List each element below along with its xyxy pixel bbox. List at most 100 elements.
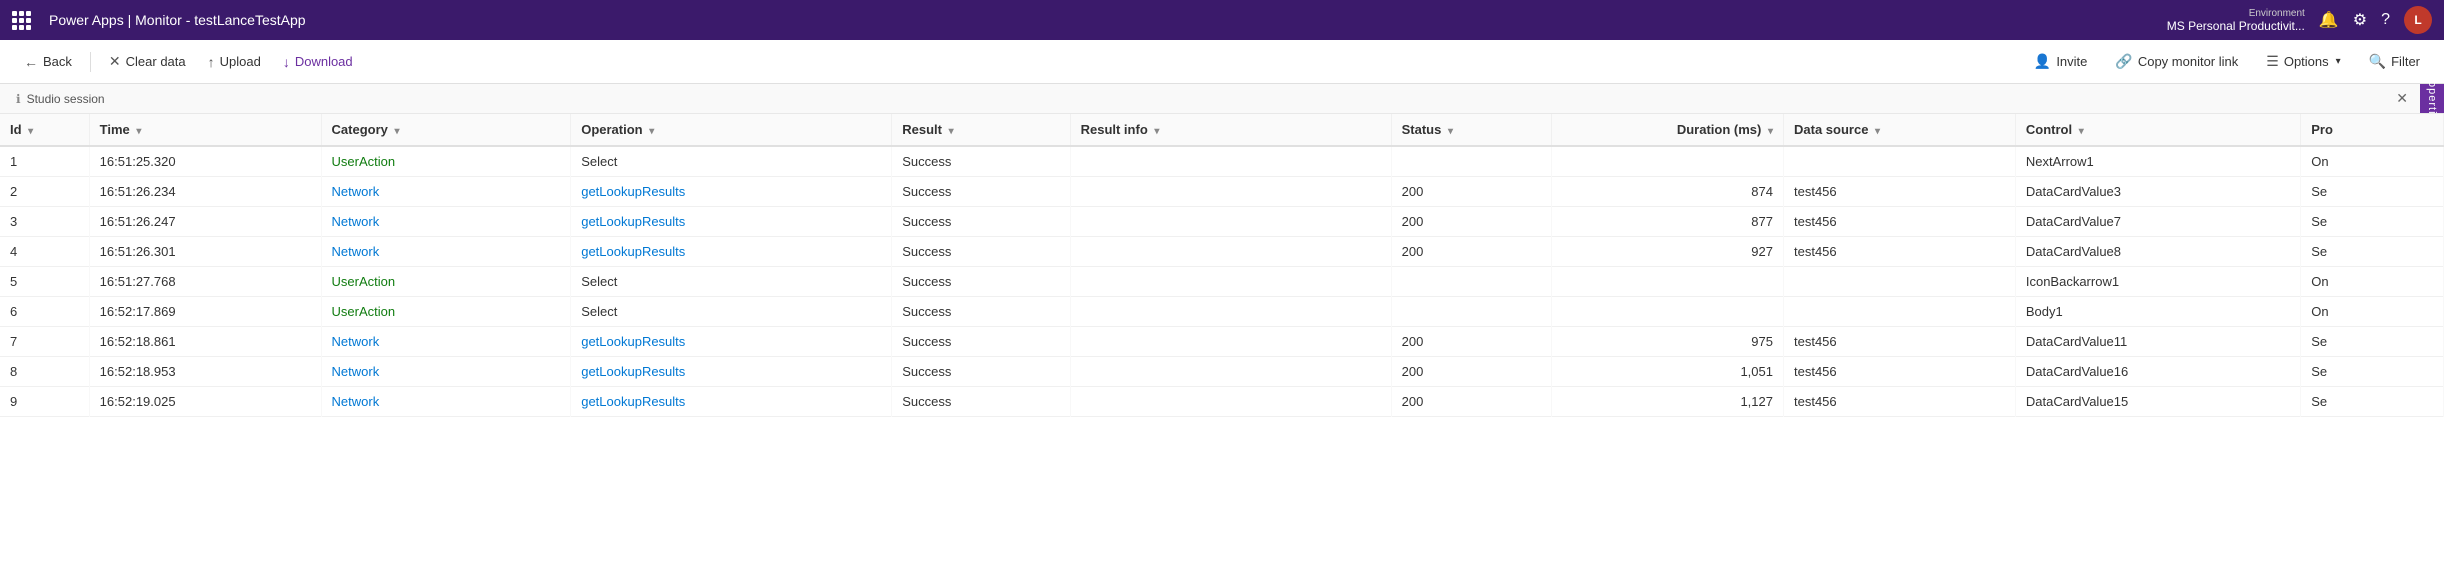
studio-session-close-button[interactable]: ✕ xyxy=(2396,90,2408,107)
col-header-id[interactable]: Id ▾ xyxy=(0,114,89,146)
cell-time: 16:52:19.025 xyxy=(89,387,321,417)
cell-pro: Se xyxy=(2301,357,2444,387)
cell-operation[interactable]: getLookupResults xyxy=(571,387,892,417)
cell-time: 16:52:18.861 xyxy=(89,327,321,357)
cell-operation[interactable]: getLookupResults xyxy=(571,327,892,357)
download-button[interactable]: ↓ Download xyxy=(275,50,361,74)
col-header-pro[interactable]: Pro xyxy=(2301,114,2444,146)
cell-control: NextArrow1 xyxy=(2015,146,2300,177)
avatar[interactable]: L xyxy=(2404,6,2432,34)
cell-pro: Se xyxy=(2301,387,2444,417)
top-navigation: Power Apps | Monitor - testLanceTestApp … xyxy=(0,0,2444,40)
cell-operation[interactable]: getLookupResults xyxy=(571,177,892,207)
link-icon: 🔗 xyxy=(2115,53,2132,70)
cell-id: 7 xyxy=(0,327,89,357)
cell-result-info xyxy=(1070,327,1391,357)
cell-operation[interactable]: Select xyxy=(571,146,892,177)
table-row[interactable]: 8 16:52:18.953 Network getLookupResults … xyxy=(0,357,2444,387)
cell-result-info xyxy=(1070,146,1391,177)
cell-duration: 1,127 xyxy=(1552,387,1784,417)
invite-button[interactable]: 👤 Invite xyxy=(2026,49,2096,74)
col-header-data-source[interactable]: Data source ▾ xyxy=(1784,114,2016,146)
cell-status xyxy=(1391,267,1552,297)
cell-category: Network xyxy=(321,237,571,267)
cell-pro: Se xyxy=(2301,237,2444,267)
settings-icon[interactable]: ⚙ xyxy=(2353,10,2367,30)
col-header-result-info[interactable]: Result info ▾ xyxy=(1070,114,1391,146)
table-row[interactable]: 4 16:51:26.301 Network getLookupResults … xyxy=(0,237,2444,267)
help-icon[interactable]: ? xyxy=(2381,11,2390,29)
cell-category: Network xyxy=(321,357,571,387)
cell-status xyxy=(1391,297,1552,327)
cell-operation[interactable]: Select xyxy=(571,267,892,297)
cell-time: 16:51:26.234 xyxy=(89,177,321,207)
table-row[interactable]: 1 16:51:25.320 UserAction Select Success… xyxy=(0,146,2444,177)
data-table-wrapper: Id ▾ Time ▾ Category ▾ Operation ▾ Resul… xyxy=(0,114,2444,569)
studio-session-bar: ℹ Studio session ✕ Properties xyxy=(0,84,2444,114)
chevron-down-icon: ▾ xyxy=(2336,56,2341,67)
cell-category: UserAction xyxy=(321,267,571,297)
cell-result-info xyxy=(1070,267,1391,297)
cell-pro: Se xyxy=(2301,177,2444,207)
cell-data-source xyxy=(1784,267,2016,297)
back-button[interactable]: ← Back xyxy=(16,50,80,74)
list-icon: ☰ xyxy=(2266,53,2279,70)
col-header-control[interactable]: Control ▾ xyxy=(2015,114,2300,146)
toolbar-left: ← Back ✕ Clear data ↑ Upload ↓ Download xyxy=(16,49,361,74)
cell-status: 200 xyxy=(1391,177,1552,207)
monitor-table: Id ▾ Time ▾ Category ▾ Operation ▾ Resul… xyxy=(0,114,2444,417)
cell-data-source: test456 xyxy=(1784,357,2016,387)
cell-result: Success xyxy=(892,177,1070,207)
back-icon: ← xyxy=(24,54,38,70)
copy-monitor-link-button[interactable]: 🔗 Copy monitor link xyxy=(2107,49,2246,74)
table-row[interactable]: 2 16:51:26.234 Network getLookupResults … xyxy=(0,177,2444,207)
cell-id: 8 xyxy=(0,357,89,387)
upload-button[interactable]: ↑ Upload xyxy=(200,50,269,74)
notification-icon[interactable]: 🔔 xyxy=(2319,10,2339,30)
cell-result-info xyxy=(1070,237,1391,267)
col-header-duration[interactable]: Duration (ms) ▾ xyxy=(1552,114,1784,146)
table-row[interactable]: 9 16:52:19.025 Network getLookupResults … xyxy=(0,387,2444,417)
cell-duration: 877 xyxy=(1552,207,1784,237)
cell-id: 2 xyxy=(0,177,89,207)
waffle-icon[interactable] xyxy=(12,11,31,30)
person-icon: 👤 xyxy=(2034,53,2051,70)
cell-status: 200 xyxy=(1391,327,1552,357)
environment-block: Environment MS Personal Productivit... xyxy=(2167,8,2305,33)
table-row[interactable]: 3 16:51:26.247 Network getLookupResults … xyxy=(0,207,2444,237)
col-header-category[interactable]: Category ▾ xyxy=(321,114,571,146)
upload-icon: ↑ xyxy=(208,54,215,70)
cell-pro: On xyxy=(2301,267,2444,297)
cell-time: 16:51:26.301 xyxy=(89,237,321,267)
filter-button[interactable]: 🔍 Filter xyxy=(2361,49,2428,74)
options-button[interactable]: ☰ Options ▾ xyxy=(2258,49,2348,74)
download-icon: ↓ xyxy=(283,54,290,70)
table-row[interactable]: 6 16:52:17.869 UserAction Select Success… xyxy=(0,297,2444,327)
cell-duration xyxy=(1552,146,1784,177)
cell-control: DataCardValue16 xyxy=(2015,357,2300,387)
col-header-time[interactable]: Time ▾ xyxy=(89,114,321,146)
col-header-operation[interactable]: Operation ▾ xyxy=(571,114,892,146)
cell-duration xyxy=(1552,297,1784,327)
cell-duration: 927 xyxy=(1552,237,1784,267)
cell-operation[interactable]: getLookupResults xyxy=(571,237,892,267)
cell-operation[interactable]: Select xyxy=(571,297,892,327)
cell-operation[interactable]: getLookupResults xyxy=(571,207,892,237)
cell-operation[interactable]: getLookupResults xyxy=(571,357,892,387)
cell-id: 1 xyxy=(0,146,89,177)
cell-result: Success xyxy=(892,267,1070,297)
cell-time: 16:51:26.247 xyxy=(89,207,321,237)
toolbar: ← Back ✕ Clear data ↑ Upload ↓ Download … xyxy=(0,40,2444,84)
cell-status: 200 xyxy=(1391,207,1552,237)
clear-data-button[interactable]: ✕ Clear data xyxy=(101,49,194,74)
table-row[interactable]: 5 16:51:27.768 UserAction Select Success… xyxy=(0,267,2444,297)
cell-result-info xyxy=(1070,297,1391,327)
table-row[interactable]: 7 16:52:18.861 Network getLookupResults … xyxy=(0,327,2444,357)
cell-pro: Se xyxy=(2301,327,2444,357)
col-header-result[interactable]: Result ▾ xyxy=(892,114,1070,146)
properties-tab[interactable]: Properties xyxy=(2420,84,2444,113)
cell-control: DataCardValue15 xyxy=(2015,387,2300,417)
cell-result: Success xyxy=(892,297,1070,327)
cell-control: DataCardValue8 xyxy=(2015,237,2300,267)
col-header-status[interactable]: Status ▾ xyxy=(1391,114,1552,146)
